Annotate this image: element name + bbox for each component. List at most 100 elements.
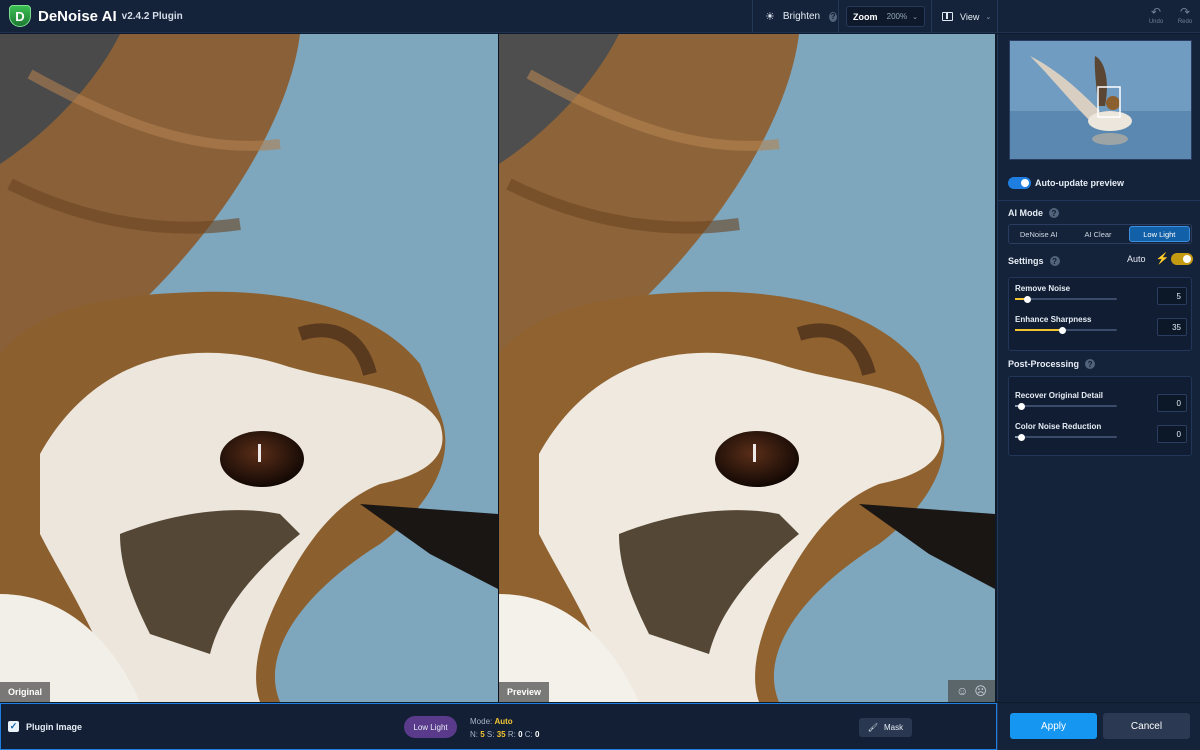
auto-settings-toggle[interactable] [1171,252,1194,265]
plugin-image-checkbox[interactable]: ✓ [8,721,19,732]
divider [998,200,1200,201]
original-label: Original [0,682,51,702]
post-processing-label: Post-Processing [1008,359,1080,369]
mode-denoise-ai[interactable]: DeNoise AI [1009,225,1068,243]
auto-update-label: Auto-update preview [1035,178,1125,188]
mask-label: Mask [884,723,904,732]
slider-knob[interactable] [1059,326,1067,334]
slider-fill [1015,329,1063,331]
redo-icon: ↷ [1179,5,1191,19]
enhance-sharpness-value[interactable]: 35 [1157,318,1187,336]
auto-settings-row: Auto ⚡ [1127,252,1194,265]
bottom-bar: ✓ Plugin Image Low Light Mode: Auto N: 5… [0,703,997,750]
app-title: DeNoise AI [38,7,117,25]
zoom-group: Zoom 200% ⌄ [838,0,931,33]
plugin-image-label: Plugin Image [26,721,83,732]
settings-box: Remove Noise 5 Enhance Sharpness 35 [1008,277,1192,351]
mode-summary: Mode: Auto N: 5 S: 35 R: 0 C: 0 [470,715,539,741]
preview-label: Preview [499,682,550,702]
view-button[interactable]: View ⌄ [931,0,998,33]
original-canvas[interactable]: Original [0,34,498,702]
redo-label: Redo [1177,19,1193,25]
app-window: D DeNoise AI v2.4.2 Plugin ☀ Brighten ? … [0,0,1200,750]
c-label: C: [524,730,533,739]
smile-icon[interactable]: ☺ [956,684,968,698]
n-value: 5 [480,730,485,739]
remove-noise-slider[interactable] [1015,295,1117,303]
undo-button[interactable]: ↶ Undo [1143,6,1169,25]
sun-icon: ☀ [765,11,775,23]
preview-canvas[interactable]: Preview ☺ ☹ [499,34,995,702]
c-value: 0 [535,730,540,739]
app-logo-icon: D [9,5,31,27]
navigator-thumbnail[interactable] [1009,40,1192,160]
cancel-button[interactable]: Cancel [1103,713,1190,739]
ai-mode-selector: DeNoise AI AI Clear Low Light [1008,224,1192,244]
navigator-image [1010,41,1191,159]
recover-detail-value[interactable]: 0 [1157,394,1187,412]
frown-icon[interactable]: ☹ [974,684,987,698]
brighten-button[interactable]: ☀ Brighten ? [752,0,837,33]
help-icon[interactable]: ? [829,11,837,22]
brush-icon: 🖌 [867,723,879,732]
help-icon[interactable]: ? [1049,256,1060,266]
post-processing-title: Post-Processing ? [1008,359,1096,369]
mode-label: Mode: [470,717,493,726]
chevron-down-icon: ⌄ [912,13,918,21]
zoom-select[interactable]: Zoom 200% ⌄ [846,6,925,27]
remove-noise-row: Remove Noise 5 [1015,284,1187,310]
auto-update-toggle[interactable] [1008,177,1031,189]
recover-detail-slider[interactable] [1015,402,1117,410]
mask-button[interactable]: 🖌 Mask [859,718,912,737]
ai-mode-label: AI Mode [1008,208,1043,218]
chevron-down-icon: ⌄ [985,13,992,21]
enhance-sharpness-slider[interactable] [1015,326,1117,334]
feedback-group: ☺ ☹ [948,680,995,702]
slider-knob[interactable] [1017,433,1025,441]
r-value: 0 [518,730,523,739]
action-bar: Apply Cancel [997,703,1200,750]
color-noise-value[interactable]: 0 [1157,425,1187,443]
recover-detail-row: Recover Original Detail 0 [1015,391,1187,417]
app-version: v2.4.2 Plugin [121,10,183,22]
bird-photo-original [0,34,498,702]
settings-label: Settings [1008,256,1044,266]
logo-letter: D [15,8,25,24]
mode-pill: Low Light [404,716,457,738]
recover-detail-label: Recover Original Detail [1015,391,1104,400]
help-icon[interactable]: ? [1085,359,1096,369]
apply-button[interactable]: Apply [1010,713,1097,739]
remove-noise-label: Remove Noise [1015,284,1071,293]
color-noise-row: Color Noise Reduction 0 [1015,422,1187,448]
slider-knob[interactable] [1017,402,1025,410]
mode-low-light[interactable]: Low Light [1128,226,1190,242]
s-value: 35 [496,730,506,739]
brighten-label: Brighten [782,11,821,22]
help-icon[interactable]: ? [1049,208,1059,218]
color-noise-label: Color Noise Reduction [1015,422,1102,431]
ai-mode-title: AI Mode ? [1008,208,1059,218]
s-label: S: [486,730,495,739]
settings-panel: Auto-update preview AI Mode ? DeNoise AI… [997,34,1200,702]
redo-button[interactable]: ↷ Redo [1172,6,1198,25]
split-view-icon [942,12,953,21]
view-label: View [960,11,980,22]
auto-update-row: Auto-update preview [1008,177,1124,189]
zoom-label: Zoom [853,11,878,22]
r-label: R: [507,730,516,739]
zoom-value: 200% [886,12,908,21]
remove-noise-value[interactable]: 5 [1157,287,1187,305]
post-processing-box: Recover Original Detail 0 Color Noise Re… [1008,376,1192,456]
color-noise-slider[interactable] [1015,433,1117,441]
title-bar: D DeNoise AI v2.4.2 Plugin ☀ Brighten ? … [0,0,1200,33]
plugin-image-row: ✓ Plugin Image [8,721,82,732]
mode-value: Auto [494,717,513,726]
enhance-sharpness-row: Enhance Sharpness 35 [1015,315,1187,341]
settings-title: Settings ? [1008,256,1060,266]
undo-icon: ↶ [1150,5,1162,19]
bird-photo-preview [499,34,995,702]
mode-ai-clear[interactable]: AI Clear [1068,225,1127,243]
undo-label: Undo [1148,19,1164,25]
slider-knob[interactable] [1023,295,1031,303]
lightning-icon: ⚡ [1155,253,1170,265]
